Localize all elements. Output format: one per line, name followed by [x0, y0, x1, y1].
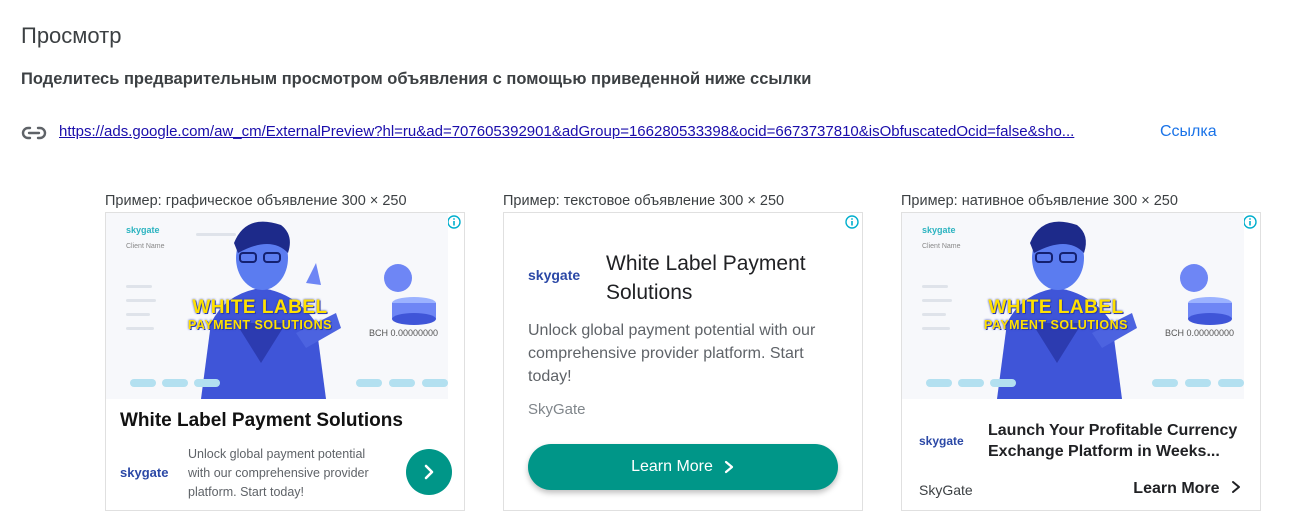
- advertiser-logo: skygate: [120, 465, 169, 480]
- ad-cta-button[interactable]: [406, 449, 452, 495]
- mock-field-label: Client Name: [922, 243, 961, 250]
- ad-banner-text: WHITE LABEL PAYMENT SOLUTIONS: [188, 297, 332, 332]
- ad-headline[interactable]: White Label Payment Solutions: [606, 249, 846, 307]
- mock-balance: BCH 0.00000000: [368, 328, 438, 338]
- coins-illustration: [1180, 264, 1232, 325]
- ad-image: skygate Client Name WHITE LABEL PAYMENT …: [106, 213, 448, 399]
- adchoices-icon[interactable]: [1243, 215, 1257, 229]
- copy-link-button[interactable]: Ссылка: [1160, 123, 1217, 141]
- ad-image: skygate Client Name WHITE LABEL PAYMENT …: [902, 213, 1244, 399]
- native-ad-caption: Пример: нативное объявление 300 × 250: [901, 193, 1178, 209]
- advertiser-logo: skygate: [919, 434, 964, 448]
- advertiser-name: SkyGate: [919, 482, 973, 498]
- chevron-right-icon: [424, 464, 434, 480]
- mock-balance: BCH 0.00000000: [1164, 328, 1234, 338]
- share-link-row: https://ads.google.com/aw_cm/ExternalPre…: [21, 121, 1261, 145]
- learn-more-link[interactable]: Learn More: [1133, 480, 1242, 498]
- ad-headline[interactable]: Launch Your Profitable Currency Exchange…: [988, 420, 1248, 462]
- native-ad-preview[interactable]: skygate Client Name WHITE LABEL PAYMENT …: [901, 212, 1261, 511]
- share-instructions: Поделитесь предварительным просмотром об…: [21, 70, 812, 88]
- text-ad-preview[interactable]: skygate White Label Payment Solutions Un…: [503, 212, 863, 511]
- preview-url-link[interactable]: https://ads.google.com/aw_cm/ExternalPre…: [59, 123, 1119, 140]
- image-ad-caption: Пример: графическое объявление 300 × 250: [105, 193, 407, 209]
- text-ad-caption: Пример: текстовое объявление 300 × 250: [503, 193, 785, 209]
- learn-more-label: Learn More: [631, 458, 713, 475]
- mock-brand: skygate: [922, 225, 956, 235]
- advertiser-name: SkyGate: [528, 401, 586, 418]
- mock-field-label: Client Name: [126, 243, 165, 250]
- chevron-right-icon: [1232, 481, 1240, 493]
- learn-more-label: Learn More: [1133, 480, 1220, 497]
- ad-description: Unlock global payment potential with our…: [528, 322, 816, 385]
- image-ad-preview[interactable]: skygate Client Name WHITE LABEL PAYMENT …: [105, 212, 465, 511]
- chevron-right-icon: [724, 460, 734, 474]
- page-title: Просмотр: [21, 23, 122, 48]
- ad-banner-text: WHITE LABEL PAYMENT SOLUTIONS: [984, 297, 1128, 332]
- learn-more-button[interactable]: Learn More: [528, 444, 838, 490]
- coins-illustration: [384, 264, 436, 325]
- ad-headline[interactable]: White Label Payment Solutions: [120, 410, 403, 432]
- adchoices-icon[interactable]: [447, 215, 461, 229]
- adchoices-icon[interactable]: [845, 215, 859, 229]
- link-icon: [21, 126, 47, 140]
- advertiser-logo: skygate: [528, 267, 581, 283]
- mock-brand: skygate: [126, 225, 160, 235]
- ad-description: Unlock global payment potential with our…: [188, 447, 369, 499]
